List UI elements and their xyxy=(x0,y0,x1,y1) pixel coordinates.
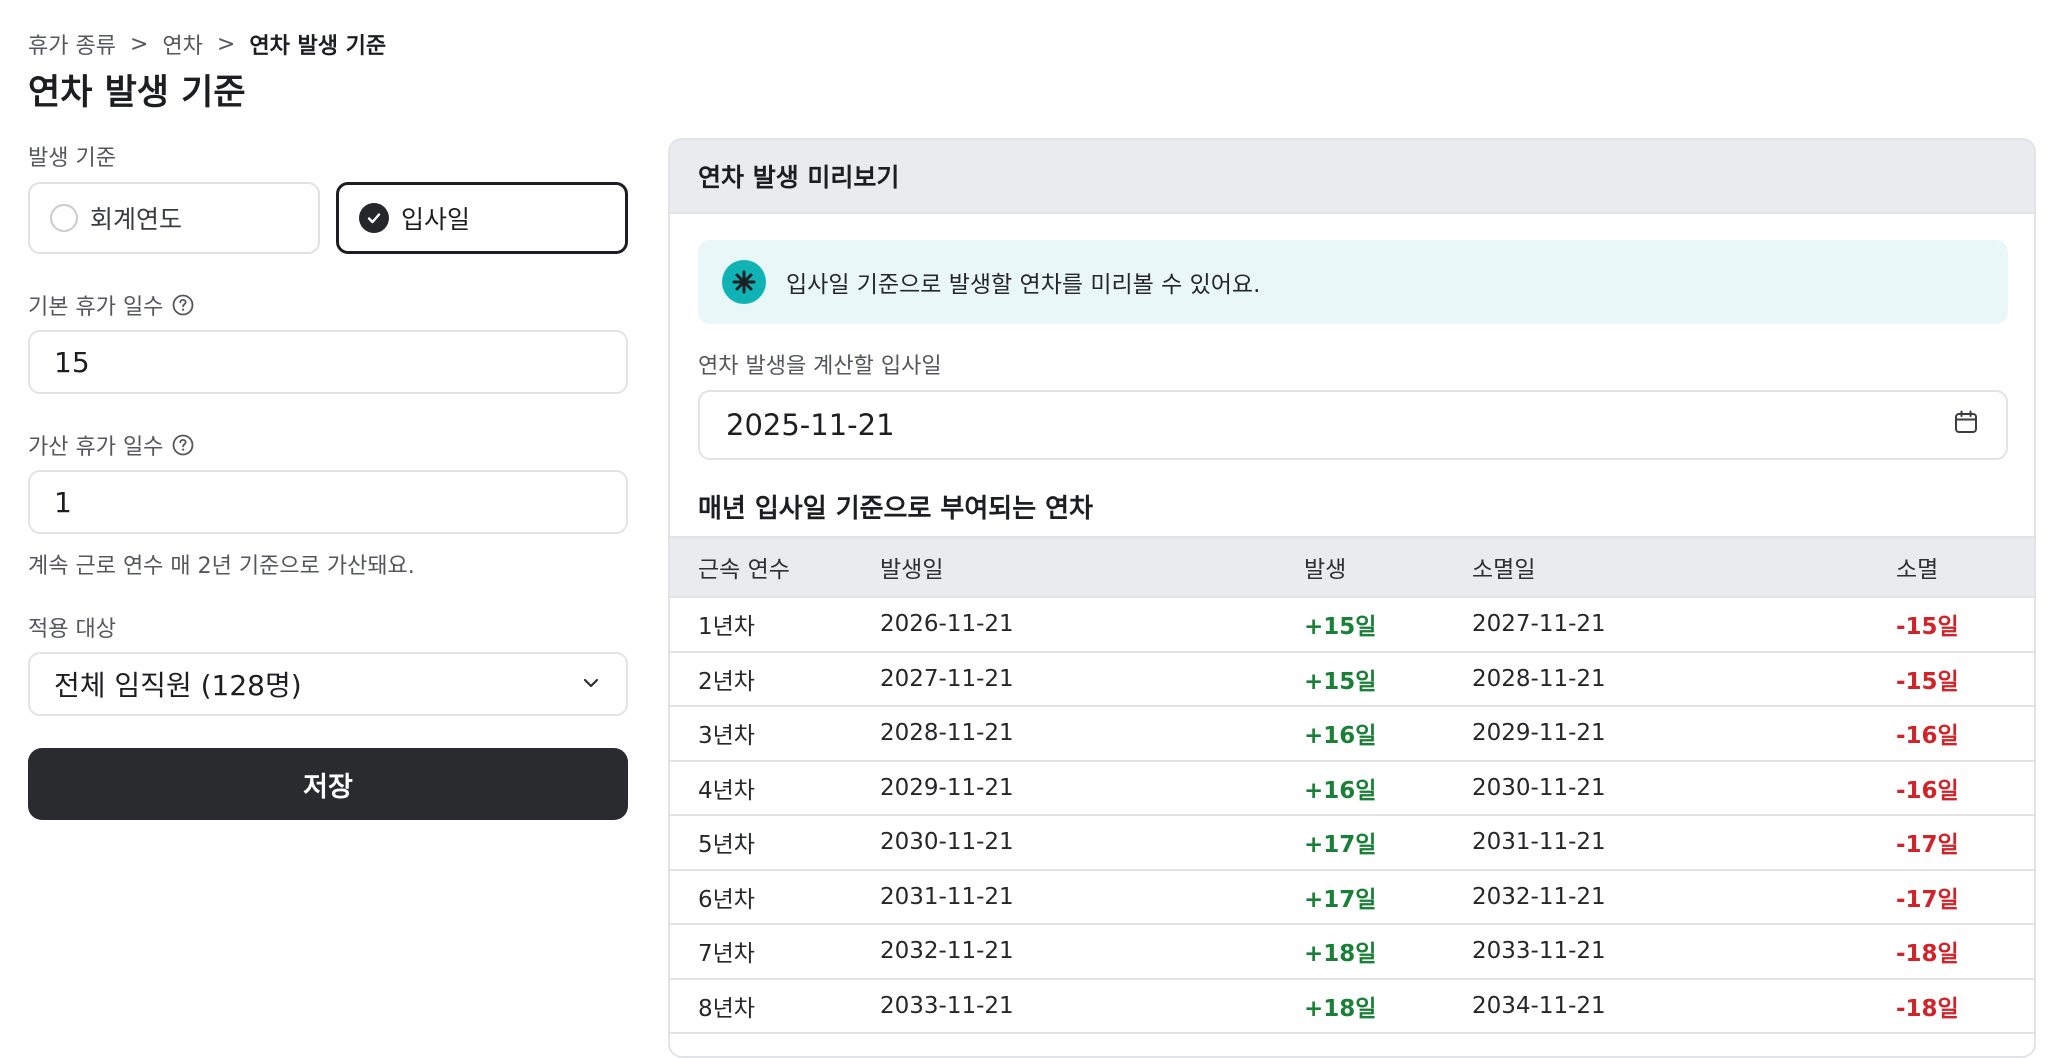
column-header-grant-date: 발생일 xyxy=(880,557,944,583)
extra-days-label: 가산 휴가 일수 xyxy=(28,429,195,461)
basis-option-fiscal-year[interactable]: 회계연도 xyxy=(28,182,320,254)
save-button[interactable]: 저장 xyxy=(28,748,628,820)
breadcrumb-item-annual-leave[interactable]: 연차 xyxy=(162,28,202,60)
cell-tenure: 6년차 xyxy=(698,886,755,913)
cell-expiry-date: 2028-11-21 xyxy=(1472,665,1606,692)
cell-granted: +18일 xyxy=(1304,941,1377,968)
help-circle-icon[interactable] xyxy=(171,433,195,457)
cell-granted: +16일 xyxy=(1304,777,1377,804)
column-header-expiry-date: 소멸일 xyxy=(1472,557,1536,583)
base-days-label: 기본 휴가 일수 xyxy=(28,289,195,321)
basis-option-hire-date[interactable]: 입사일 xyxy=(336,182,628,254)
table-row: 5년차 2030-11-21 +17일 2031-11-21 -17일 xyxy=(670,816,2034,871)
cell-granted: +17일 xyxy=(1304,886,1377,913)
extra-days-hint: 계속 근로 연수 매 2년 기준으로 가산돼요. xyxy=(28,554,415,579)
breadcrumb-separator: > xyxy=(129,31,149,57)
cell-expired: -17일 xyxy=(1896,832,1959,859)
column-header-tenure: 근속 연수 xyxy=(698,557,790,583)
column-header-expired: 소멸 xyxy=(1896,557,1939,583)
cell-granted: +15일 xyxy=(1304,614,1377,641)
table-row: 7년차 2032-11-21 +18일 2033-11-21 -18일 xyxy=(670,925,2034,980)
table-row: 4년차 2029-11-21 +16일 2030-11-21 -16일 xyxy=(670,762,2034,816)
target-select[interactable]: 전체 임직원 (128명) xyxy=(28,652,628,716)
basis-label: 발생 기준 xyxy=(28,140,116,172)
cell-tenure: 7년차 xyxy=(698,941,755,968)
cell-granted: +17일 xyxy=(1304,832,1377,859)
cell-expired: -18일 xyxy=(1896,995,1959,1022)
breadcrumb-item-leave-types[interactable]: 휴가 종류 xyxy=(28,28,116,60)
cell-granted: +16일 xyxy=(1304,723,1377,750)
grant-table: 근속 연수 발생일 발생 소멸일 소멸 1년차 2026-11-21 +15일 … xyxy=(670,536,2034,1034)
basis-option-label: 입사일 xyxy=(401,205,471,234)
cell-granted: +15일 xyxy=(1304,668,1377,695)
target-select-value: 전체 임직원 (128명) xyxy=(54,669,302,702)
basis-label-text: 발생 기준 xyxy=(28,146,116,171)
breadcrumb-separator: > xyxy=(216,31,236,57)
table-row: 6년차 2031-11-21 +17일 2032-11-21 -17일 xyxy=(670,871,2034,925)
target-label-text: 적용 대상 xyxy=(28,617,116,642)
cell-expiry-date: 2029-11-21 xyxy=(1472,720,1606,747)
sparkle-icon xyxy=(722,260,766,304)
cell-tenure: 8년차 xyxy=(698,995,755,1022)
preview-panel-header: 연차 발생 미리보기 xyxy=(670,140,2034,214)
cell-grant-date: 2026-11-21 xyxy=(880,611,1014,638)
base-days-input[interactable]: 15 xyxy=(28,330,628,394)
cell-expiry-date: 2032-11-21 xyxy=(1472,883,1606,910)
cell-expired: -17일 xyxy=(1896,886,1959,913)
cell-grant-date: 2031-11-21 xyxy=(880,883,1014,910)
cell-grant-date: 2029-11-21 xyxy=(880,774,1014,801)
table-row: 1년차 2026-11-21 +15일 2027-11-21 -15일 xyxy=(670,598,2034,653)
cell-expired: -15일 xyxy=(1896,668,1959,695)
cell-expiry-date: 2030-11-21 xyxy=(1472,774,1606,801)
cell-expiry-date: 2031-11-21 xyxy=(1472,829,1606,856)
cell-expired: -15일 xyxy=(1896,614,1959,641)
preview-title: 연차 발생 미리보기 xyxy=(698,163,900,192)
chevron-down-icon xyxy=(580,668,602,701)
cell-grant-date: 2027-11-21 xyxy=(880,665,1014,692)
preview-panel: 연차 발생 미리보기 입사일 기준으로 발생할 연차를 미리볼 수 있어요. 연… xyxy=(668,138,2036,1058)
page-title: 연차 발생 기준 xyxy=(28,73,246,113)
cell-tenure: 1년차 xyxy=(698,614,755,641)
help-circle-icon[interactable] xyxy=(171,293,195,317)
basis-option-label: 회계연도 xyxy=(90,205,183,234)
base-days-label-text: 기본 휴가 일수 xyxy=(28,295,164,320)
cell-tenure: 3년차 xyxy=(698,723,755,750)
extra-days-label-text: 가산 휴가 일수 xyxy=(28,435,164,460)
cell-grant-date: 2033-11-21 xyxy=(880,992,1014,1019)
cell-expired: -16일 xyxy=(1896,777,1959,804)
hire-date-value: 2025-11-21 xyxy=(726,408,895,442)
extra-days-value: 1 xyxy=(54,485,72,519)
cell-tenure: 2년차 xyxy=(698,668,755,695)
table-row: 2년차 2027-11-21 +15일 2028-11-21 -15일 xyxy=(670,653,2034,707)
calendar-icon[interactable] xyxy=(1952,408,1980,443)
cell-expiry-date: 2027-11-21 xyxy=(1472,611,1606,638)
info-banner: 입사일 기준으로 발생할 연차를 미리볼 수 있어요. xyxy=(698,240,2008,324)
cell-tenure: 4년차 xyxy=(698,777,755,804)
radio-checked-icon xyxy=(359,203,389,233)
cell-expired: -18일 xyxy=(1896,941,1959,968)
cell-grant-date: 2032-11-21 xyxy=(880,938,1014,965)
cell-expired: -16일 xyxy=(1896,723,1959,750)
extra-days-input[interactable]: 1 xyxy=(28,470,628,534)
table-row: 3년차 2028-11-21 +16일 2029-11-21 -16일 xyxy=(670,707,2034,762)
column-header-granted: 발생 xyxy=(1304,557,1347,583)
cell-expiry-date: 2034-11-21 xyxy=(1472,992,1606,1019)
target-label: 적용 대상 xyxy=(28,611,116,643)
cell-granted: +18일 xyxy=(1304,995,1377,1022)
hire-date-input[interactable]: 2025-11-21 xyxy=(698,390,2008,460)
table-row: 8년차 2033-11-21 +18일 2034-11-21 -18일 xyxy=(670,980,2034,1034)
info-banner-text: 입사일 기준으로 발생할 연차를 미리볼 수 있어요. xyxy=(786,272,1261,298)
breadcrumb: 휴가 종류 > 연차 > 연차 발생 기준 xyxy=(28,28,386,60)
breadcrumb-current: 연차 발생 기준 xyxy=(249,34,387,59)
cell-expiry-date: 2033-11-21 xyxy=(1472,938,1606,965)
base-days-value: 15 xyxy=(54,345,90,379)
grant-table-title: 매년 입사일 기준으로 부여되는 연차 xyxy=(698,494,1094,524)
table-header: 근속 연수 발생일 발생 소멸일 소멸 xyxy=(670,536,2034,598)
cell-tenure: 5년차 xyxy=(698,832,755,859)
radio-unchecked-icon xyxy=(50,204,78,232)
cell-grant-date: 2030-11-21 xyxy=(880,829,1014,856)
cell-grant-date: 2028-11-21 xyxy=(880,720,1014,747)
hire-date-label: 연차 발생을 계산할 입사일 xyxy=(698,354,942,379)
